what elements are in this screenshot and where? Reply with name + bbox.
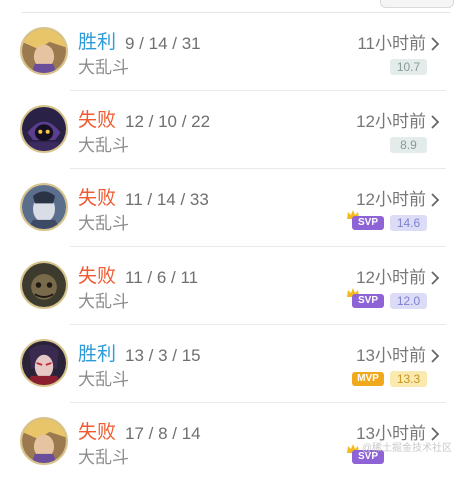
match-result: 失败: [78, 422, 117, 443]
top-bar: [0, 0, 460, 13]
match-time: 11小时前: [357, 34, 426, 53]
match-kda: 11 / 14 / 33: [125, 190, 209, 209]
match-mode: 大乱斗: [78, 58, 129, 77]
hero-avatar-icon: [22, 263, 66, 307]
match-result: 失败: [78, 110, 117, 131]
match-row[interactable]: 失败 11 / 6 / 11 大乱斗 12小时前 SVP 12.0: [0, 247, 460, 325]
chevron-right-icon: [431, 193, 440, 207]
match-row[interactable]: 胜利 13 / 3 / 15 大乱斗 13小时前 MVP 13.3: [0, 325, 460, 403]
match-row[interactable]: 胜利 9 / 14 / 31 大乱斗 11小时前 10.7: [0, 13, 460, 91]
chevron-right-icon: [431, 349, 440, 363]
match-mode: 大乱斗: [78, 136, 129, 155]
match-kda: 12 / 10 / 22: [125, 112, 211, 131]
score-badge: 8.9: [390, 137, 427, 153]
svp-badge: SVP: [347, 288, 384, 309]
match-result: 失败: [78, 188, 117, 209]
match-kda: 11 / 6 / 11: [125, 268, 199, 287]
svp-label: SVP: [352, 294, 384, 308]
hero-avatar-icon: [22, 419, 66, 463]
svp-label: SVP: [352, 216, 384, 230]
match-mode: 大乱斗: [78, 448, 129, 467]
hero-avatar: [20, 417, 68, 465]
match-row[interactable]: 失败 11 / 14 / 33 大乱斗 12小时前 SVP 14.6: [0, 169, 460, 247]
hero-avatar: [20, 339, 68, 387]
match-time: 12小时前: [356, 190, 426, 209]
svp-badge: SVP: [347, 210, 384, 231]
score-badge: 13.3: [390, 371, 427, 387]
match-time: 12小时前: [356, 268, 426, 287]
match-kda: 17 / 8 / 14: [125, 424, 201, 443]
hero-avatar: [20, 105, 68, 153]
match-kda: 9 / 14 / 31: [125, 34, 201, 53]
hero-avatar: [20, 261, 68, 309]
chevron-right-icon: [431, 37, 440, 51]
match-kda: 13 / 3 / 15: [125, 346, 201, 365]
hero-avatar-icon: [22, 185, 66, 229]
match-mode: 大乱斗: [78, 292, 129, 311]
score-badge: 14.6: [390, 215, 427, 231]
match-time: 13小时前: [356, 346, 426, 365]
chevron-right-icon: [431, 271, 440, 285]
match-time: 12小时前: [356, 112, 426, 131]
mvp-label: MVP: [352, 372, 384, 386]
score-badge: 12.0: [390, 293, 427, 309]
hero-avatar: [20, 27, 68, 75]
match-row[interactable]: 失败 12 / 10 / 22 大乱斗 12小时前 8.9: [0, 91, 460, 169]
match-result: 失败: [78, 266, 117, 287]
hero-avatar-icon: [22, 341, 66, 385]
match-mode: 大乱斗: [78, 370, 129, 389]
mvp-badge: MVP: [350, 368, 384, 387]
top-button[interactable]: [380, 0, 454, 8]
watermark: @稀土掘金技术社区: [361, 443, 452, 454]
chevron-right-icon: [431, 115, 440, 129]
hero-avatar-icon: [22, 29, 66, 73]
score-badge: 10.7: [390, 59, 427, 75]
match-mode: 大乱斗: [78, 214, 129, 233]
match-result: 胜利: [78, 344, 117, 365]
match-list: 胜利 9 / 14 / 31 大乱斗 11小时前 10.7 失败 12 / 10…: [0, 13, 460, 481]
hero-avatar-icon: [22, 107, 66, 151]
hero-avatar: [20, 183, 68, 231]
match-result: 胜利: [78, 32, 117, 53]
